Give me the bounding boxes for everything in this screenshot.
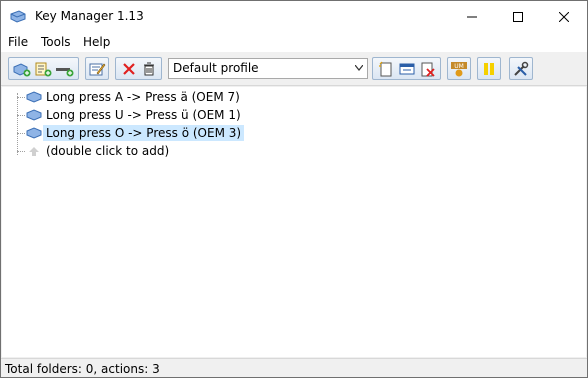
tree-add-item[interactable]: (double click to add) <box>2 142 302 160</box>
minimize-icon <box>467 16 477 17</box>
key-action-icon <box>26 127 42 139</box>
tree-item[interactable]: Long press U -> Press ü (OEM 1) <box>2 106 302 124</box>
tree-add-label: (double click to add) <box>46 144 170 158</box>
profile-selected-value: Default profile <box>173 61 259 75</box>
tools-icon <box>514 61 529 76</box>
key-manager-window: Key Manager 1.13 File Tools Help Default… <box>0 0 588 378</box>
user-mode-icon: UM <box>451 61 467 76</box>
add-action-icon[interactable] <box>12 61 32 77</box>
menu-file[interactable]: File <box>8 35 28 49</box>
add-separator-icon[interactable] <box>55 61 75 77</box>
title-bar[interactable]: Key Manager 1.13 <box>1 1 587 32</box>
close-button[interactable] <box>541 1 587 32</box>
tree-item-label: Long press A -> Press ä (OEM 7) <box>46 90 240 104</box>
menu-help[interactable]: Help <box>83 35 110 49</box>
tree-item-selected[interactable]: Long press O -> Press ö (OEM 3) <box>2 124 302 142</box>
maximize-button[interactable] <box>495 1 541 32</box>
edit-icon <box>89 63 106 75</box>
key-action-icon <box>26 91 42 103</box>
menu-tools[interactable]: Tools <box>41 35 71 49</box>
add-group <box>8 57 79 80</box>
tree-item[interactable]: Long press A -> Press ä (OEM 7) <box>2 88 302 106</box>
trash-icon[interactable] <box>141 61 157 77</box>
key-action-icon <box>26 109 42 121</box>
pause-icon <box>484 62 494 75</box>
user-mode-button[interactable]: UM <box>447 57 471 80</box>
svg-text:UM: UM <box>454 63 464 70</box>
toolbar: Default profile UM <box>1 52 587 86</box>
chevron-down-icon <box>355 65 363 71</box>
window-title: Key Manager 1.13 <box>35 9 144 23</box>
key-app-icon <box>10 10 26 23</box>
tree-branch-line <box>17 133 25 134</box>
new-profile-icon[interactable] <box>377 61 395 77</box>
tree-item-label: Long press O -> Press ö (OEM 3) <box>43 125 245 141</box>
add-folder-icon[interactable] <box>33 61 53 77</box>
status-bar: Total folders: 0, actions: 3 <box>1 358 587 377</box>
maximize-icon <box>513 11 523 22</box>
tree-branch-line <box>17 97 25 98</box>
status-text: Total folders: 0, actions: 3 <box>5 362 160 376</box>
tree-item-label: Long press U -> Press ü (OEM 1) <box>46 108 241 122</box>
profile-dropdown[interactable]: Default profile <box>168 58 368 79</box>
close-icon <box>559 11 569 22</box>
edit-button[interactable] <box>85 57 109 80</box>
tree-branch-line <box>17 115 25 116</box>
window-profile-icon[interactable] <box>398 61 416 77</box>
delete-group <box>115 57 162 80</box>
menu-bar: File Tools Help <box>1 32 587 52</box>
minimize-button[interactable] <box>449 1 495 32</box>
profile-group <box>372 57 441 80</box>
delete-icon[interactable] <box>120 61 138 77</box>
action-tree[interactable]: Long press A -> Press ä (OEM 7) Long pre… <box>2 87 586 357</box>
add-arrow-icon <box>29 147 39 156</box>
settings-button[interactable] <box>509 57 533 80</box>
delete-profile-icon[interactable] <box>419 61 437 77</box>
tree-branch-line <box>17 151 25 152</box>
pause-button[interactable] <box>477 57 501 80</box>
